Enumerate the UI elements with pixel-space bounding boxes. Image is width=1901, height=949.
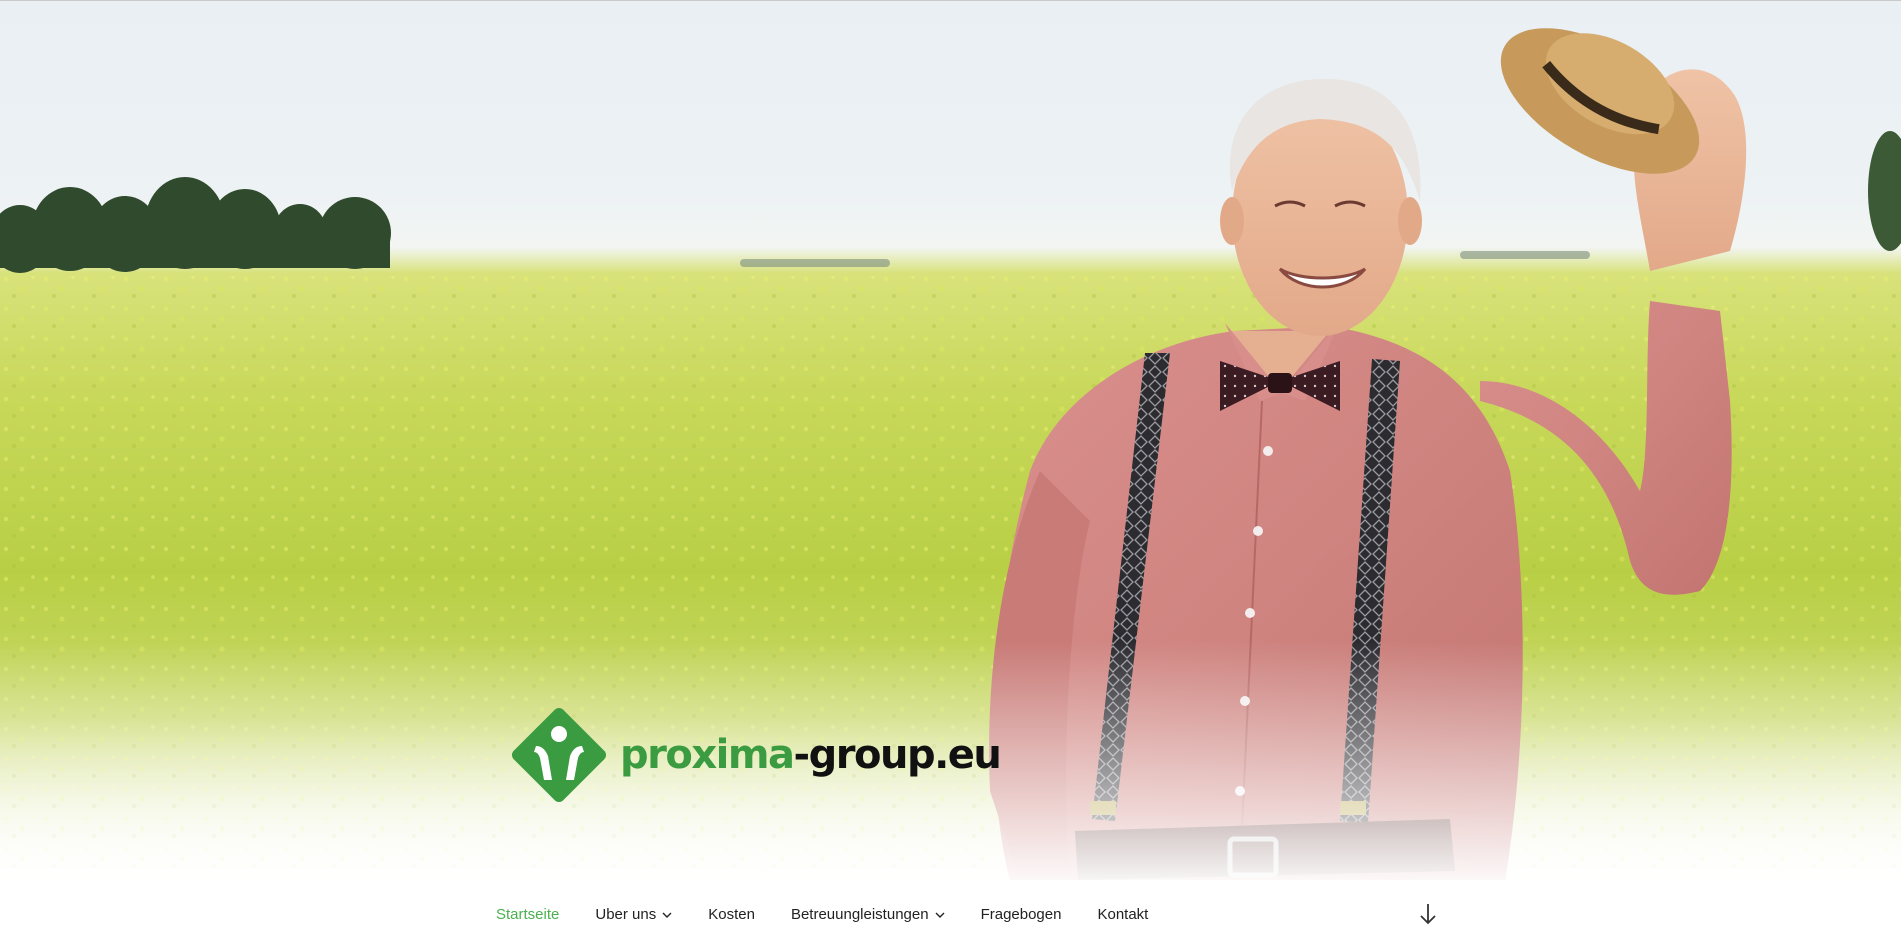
- nav-item-label: Kontakt: [1097, 906, 1149, 923]
- chevron-down-icon: [935, 906, 945, 923]
- chevron-down-icon: [662, 906, 672, 923]
- nav-item-kontakt[interactable]: Kontakt: [1097, 906, 1148, 923]
- nav-item-kosten[interactable]: Kosten: [708, 906, 755, 923]
- nav-item-label: Betreuungleistungen: [790, 906, 929, 923]
- nav-item-fragebogen[interactable]: Fragebogen: [981, 906, 1062, 923]
- nav-item-label: Kosten: [708, 906, 755, 923]
- nav-item-betreuungleistungen[interactable]: Betreuungleistungen: [791, 906, 945, 923]
- nav-menu: Startseite Uber uns Kosten Betreuungleis…: [496, 906, 1184, 923]
- nav-item-label: Startseite: [496, 906, 560, 923]
- nav-item-label: Fragebogen: [980, 906, 1062, 923]
- scroll-down-button[interactable]: [1418, 902, 1438, 931]
- logo-wordmark: proxima-group.eu: [620, 732, 1002, 778]
- nav-item-startseite[interactable]: Startseite: [496, 906, 559, 923]
- logo-mark-icon: [508, 704, 610, 806]
- nav-item-label: Uber uns: [595, 906, 657, 923]
- logo-text-green: proxima: [620, 732, 795, 778]
- site-logo[interactable]: proxima-group.eu: [508, 704, 1002, 806]
- arrow-down-icon: [1418, 904, 1438, 930]
- main-navigation: Startseite Uber uns Kosten Betreuungleis…: [0, 880, 1901, 949]
- nav-item-uber-uns[interactable]: Uber uns: [595, 906, 672, 923]
- logo-text-dark: -group.eu: [793, 732, 1002, 778]
- tree-line: [0, 177, 391, 273]
